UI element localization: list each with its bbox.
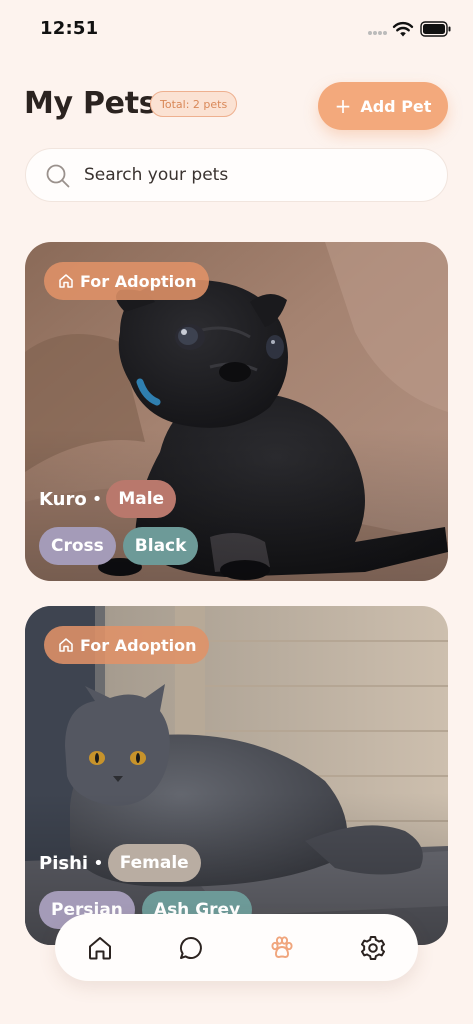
- pet-name: Pishi: [39, 852, 89, 874]
- search-icon: [46, 164, 70, 188]
- status-bar: 12:51: [0, 0, 473, 60]
- pet-card-kuro[interactable]: For Adoption Kuro • Male Cross Black: [25, 242, 448, 581]
- home-icon: [59, 274, 73, 288]
- home-icon: [59, 638, 73, 652]
- adoption-status-label: For Adoption: [80, 635, 197, 655]
- breed-chip: Cross: [39, 527, 116, 565]
- total-pets-badge: Total: 2 pets: [150, 91, 238, 117]
- nav-home[interactable]: [82, 930, 118, 966]
- search-input[interactable]: [84, 149, 434, 201]
- chat-icon: [180, 936, 202, 959]
- nav-chat[interactable]: [173, 930, 209, 966]
- plus-icon: +: [334, 94, 352, 118]
- add-pet-label: Add Pet: [360, 96, 432, 116]
- gender-chip: Male: [106, 480, 177, 518]
- nav-settings[interactable]: [355, 930, 391, 966]
- wifi-icon: [392, 21, 414, 37]
- search-bar[interactable]: [25, 148, 448, 202]
- color-chip: Black: [122, 527, 199, 565]
- adoption-status-badge: For Adoption: [44, 626, 209, 664]
- separator-dot: •: [93, 852, 104, 874]
- bottom-nav-bar: [55, 914, 418, 981]
- status-time: 12:51: [40, 18, 99, 39]
- adoption-status-label: For Adoption: [80, 271, 197, 291]
- battery-icon: [420, 21, 451, 37]
- nav-pets[interactable]: [264, 930, 300, 966]
- page-title: My Pets: [24, 86, 157, 121]
- separator-dot: •: [91, 488, 103, 510]
- pet-name: Kuro: [39, 488, 87, 510]
- pet-info: Kuro • Male Cross Black: [39, 480, 199, 565]
- home-icon: [89, 937, 111, 960]
- add-pet-button[interactable]: + Add Pet: [318, 82, 448, 130]
- pet-card-pishi[interactable]: For Adoption Pishi • Female Persian Ash …: [25, 606, 448, 945]
- gender-chip: Female: [107, 844, 201, 882]
- paw-icon: [271, 936, 293, 958]
- cellular-signal-icon: [368, 31, 390, 36]
- settings-icon: [361, 936, 385, 960]
- adoption-status-badge: For Adoption: [44, 262, 209, 300]
